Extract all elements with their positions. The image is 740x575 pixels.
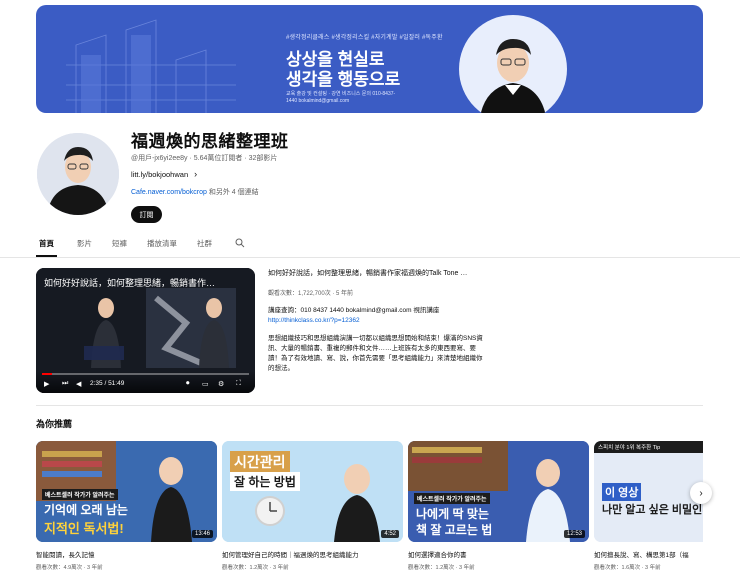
settings-icon[interactable]: ⚙ [218,380,224,388]
thumbnail-headline-2: 잘 하는 방법 [230,472,300,491]
banner-contact: 교육 출강 및 컨설팅 · 강연 비즈니스 문의 010-8437-1440 b… [286,91,396,104]
video-meta: 觀看次數：1.2萬次 · 3 年前 [408,565,475,571]
chevron-right-icon: › [194,169,198,179]
tab-shorts[interactable]: 短褲 [112,238,127,257]
description-link[interactable]: http://thinkclass.co.kr/?p=12362 [268,317,360,324]
banner-slogan-2: 생각을 행동으로 [286,70,401,89]
channel-tabs: 首頁 影片 短褲 播放清單 社群 [36,238,232,257]
channel-links-more: 和另外 4 個連結 [206,189,259,196]
thumbnail-caption: 베스트셀러 작가가 알려주는 [414,493,490,504]
tab-community[interactable]: 社群 [197,238,212,257]
tab-videos[interactable]: 影片 [77,238,92,257]
thumbnail-headline: 나에게 딱 맞는 [416,507,489,521]
video-meta: 觀看次數：4.9萬次 · 3 年前 [36,565,103,571]
video-title[interactable]: 如何擅長說、寫、構思第1部（福 [594,549,703,559]
video-card[interactable]: 스피치 분야 1위 복주환 Tip 이 영상 나만 알고 싶은 비밀인데요...… [594,441,703,571]
thumbnail-headline-2: 책 잘 고르는 법 [416,523,493,537]
channel-meta: @用戶-jx6yi2ee8y · 5.64萬位訂閱者 · 32部影片 [131,155,278,162]
thumbnail-headline-2: 지적인 독서법! [44,521,124,536]
video-card[interactable]: 베스트셀러 작가가 알려주는 기억에 오래 남는 지적인 독서법! 13:46 … [36,441,217,571]
video-duration: 12:53 [563,530,585,538]
tab-playlists[interactable]: 播放清單 [147,238,177,257]
video-meta: 觀看次數：1.2萬次 · 3 年前 [222,565,289,571]
volume-icon[interactable]: ◀ [76,380,81,388]
thumbnail-headline: 시간관리 [230,451,290,473]
search-icon[interactable] [235,238,245,248]
thumbnail-caption: 베스트셀러 작가가 알려주는 [42,489,118,500]
featured-video-player[interactable]: 如何好好說話，如何整理思緒，暢銷書作… ▶ ⏭ ◀ 2:35 / 51:49 ⏺… [36,268,255,393]
channel-description-link[interactable]: litt.ly/bokjoohwan › [131,169,197,179]
video-thumbnail[interactable]: 베스트셀러 작가가 알려주는 나에게 딱 맞는 책 잘 고르는 법 12:53 [408,441,589,542]
featured-video-meta: 觀看次數：1,722,700次 · 5 年前 [268,291,354,297]
video-card[interactable]: 베스트셀러 작가가 알려주는 나에게 딱 맞는 책 잘 고르는 법 12:53 … [408,441,589,571]
progress-bar[interactable] [42,373,249,375]
video-title[interactable]: 如何管理好自己的時間｜福週煥的思考組織能力 [222,549,403,559]
video-card[interactable]: 시간관리 잘 하는 방법 4:52 如何管理好自己的時間｜福週煥的思考組織能力 … [222,441,403,571]
next-icon[interactable]: ⏭ [62,380,68,388]
video-thumbnail[interactable]: 시간관리 잘 하는 방법 4:52 [222,441,403,542]
recommended-shelf: 베스트셀러 작가가 알려주는 기억에 오래 남는 지적인 독서법! 13:46 … [36,441,703,575]
video-duration: 13:46 [191,530,213,538]
channel-title: 福週煥的思緒整理班 [131,132,289,151]
section-divider [36,405,703,406]
channel-link-url[interactable]: Cafe.naver.com/bokcrop [131,189,207,196]
recommended-heading: 為你推薦 [36,419,73,429]
video-thumbnail[interactable]: 베스트셀러 작가가 알려주는 기억에 오래 남는 지적인 독서법! 13:46 [36,441,217,542]
banner-portrait [459,15,567,113]
channel-banner: #생각정리클래스 #생각정리스킬 #자기계발 #일잘러 #독주환 상상을 현실로… [36,5,703,113]
channel-link-text: litt.ly/bokjoohwan [131,169,189,179]
thumbnail-headline: 이 영상 [602,483,642,501]
video-meta: 觀看次數：1.6萬次 · 3 年前 [594,565,661,571]
video-thumbnail[interactable]: 스피치 분야 1위 복주환 Tip 이 영상 나만 알고 싶은 비밀인데요... [594,441,703,542]
channel-avatar[interactable] [37,133,119,215]
shelf-next-button[interactable]: › [690,482,712,504]
progress-fill [42,373,53,375]
channel-links[interactable]: Cafe.naver.com/bokcrop 和另外 4 個連結 [131,187,259,197]
video-title[interactable]: 如何選擇適合你的書 [408,549,589,559]
thumbnail-caption: 스피치 분야 1위 복주환 Tip [598,445,661,451]
tab-home[interactable]: 首頁 [36,238,57,257]
thumbnail-headline-2: 나만 알고 싶은 비밀인데요... [602,504,703,516]
video-title[interactable]: 智能閱讀，長久記憶 [36,549,217,559]
captions-icon[interactable]: ▭ [202,380,209,388]
video-duration: 4:52 [381,530,399,538]
tabs-divider [0,257,740,258]
description-body: 思想組織技巧和思想組織演講一切都以組織思想開始和結束！爆滿的SNS資訊、大量的暢… [268,335,483,372]
featured-video-description: 講座查詢：010 8437 1440 bokalmind@gmail.com 視… [268,306,486,382]
play-icon[interactable]: ▶ [44,380,49,388]
banner-tags: #생각정리클래스 #생각정리스킬 #자기계발 #일잘러 #독주환 [286,35,443,41]
player-title: 如何好好說話，如何整理思緒，暢銷書作… [44,278,216,288]
player-time: 2:35 / 51:49 [90,380,125,387]
chevron-right-icon: › [699,487,703,499]
fullscreen-icon[interactable]: ⛶ [236,380,241,388]
thumbnail-headline: 기억에 오래 남는 [44,503,128,517]
autoplay-icon[interactable]: ⏺ [186,380,190,388]
description-contact: 講座查詢：010 8437 1440 bokalmind@gmail.com 視… [268,307,440,314]
subscribe-button[interactable]: 訂閱 [131,206,162,223]
featured-video-title[interactable]: 如何好好說話，如何整理思緒，暢銷書作家福週煥的Talk Tone … [268,268,508,278]
